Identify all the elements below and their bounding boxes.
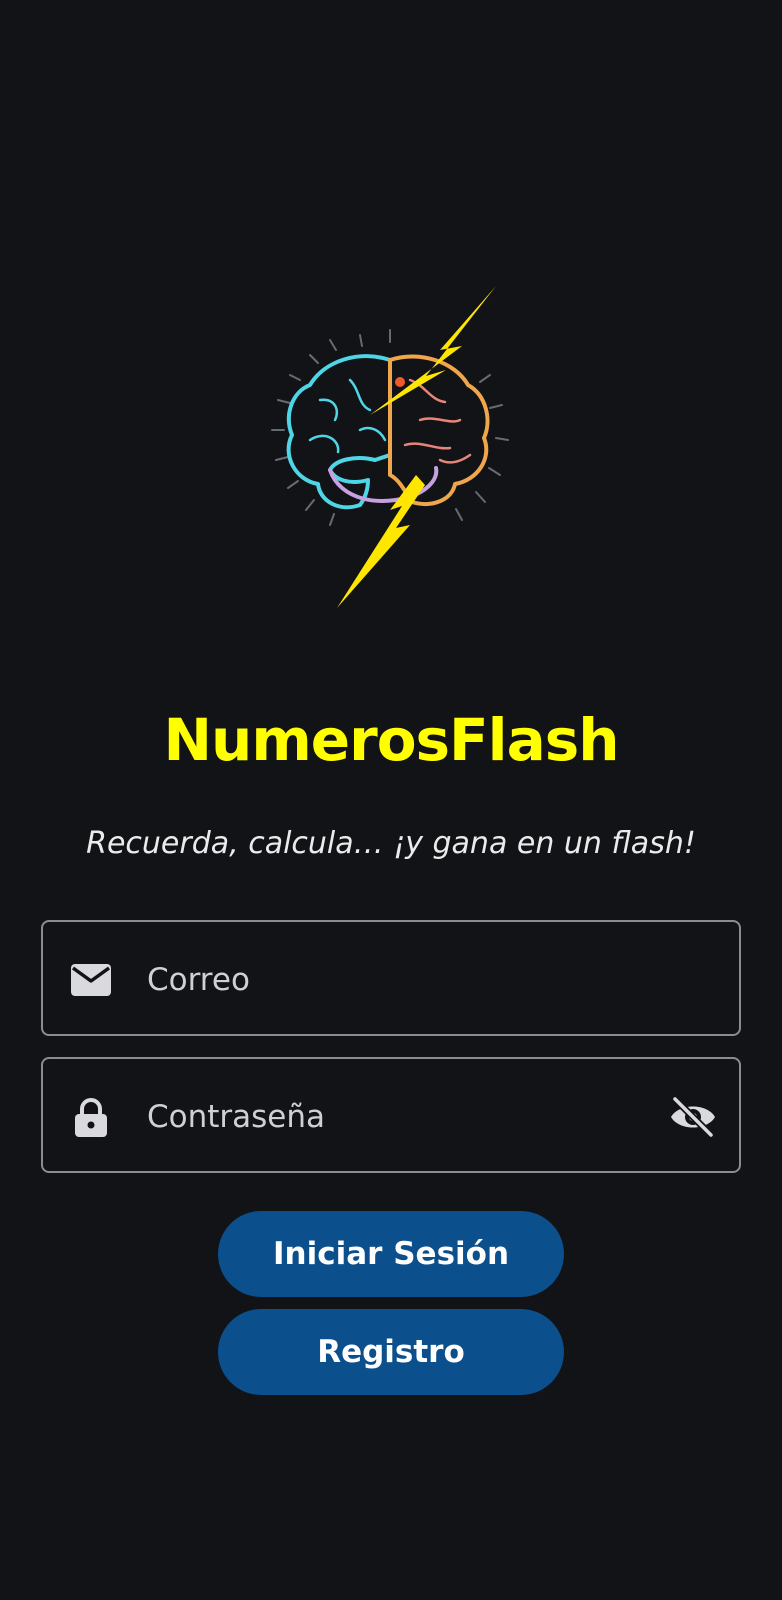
mail-icon [69,960,113,1000]
email-input[interactable] [147,950,627,1010]
app-title: NumerosFlash [163,706,619,774]
eye-off-icon[interactable] [669,1095,717,1139]
email-field[interactable] [41,920,741,1036]
password-input[interactable] [147,1087,627,1147]
password-field[interactable] [41,1057,741,1173]
register-button[interactable]: Registro [218,1309,564,1395]
brain-lightning-logo [240,280,540,620]
login-button[interactable]: Iniciar Sesión [218,1211,564,1297]
lock-icon [69,1097,113,1137]
app-tagline: Recuerda, calcula… ¡y gana en un flash! [86,826,696,861]
